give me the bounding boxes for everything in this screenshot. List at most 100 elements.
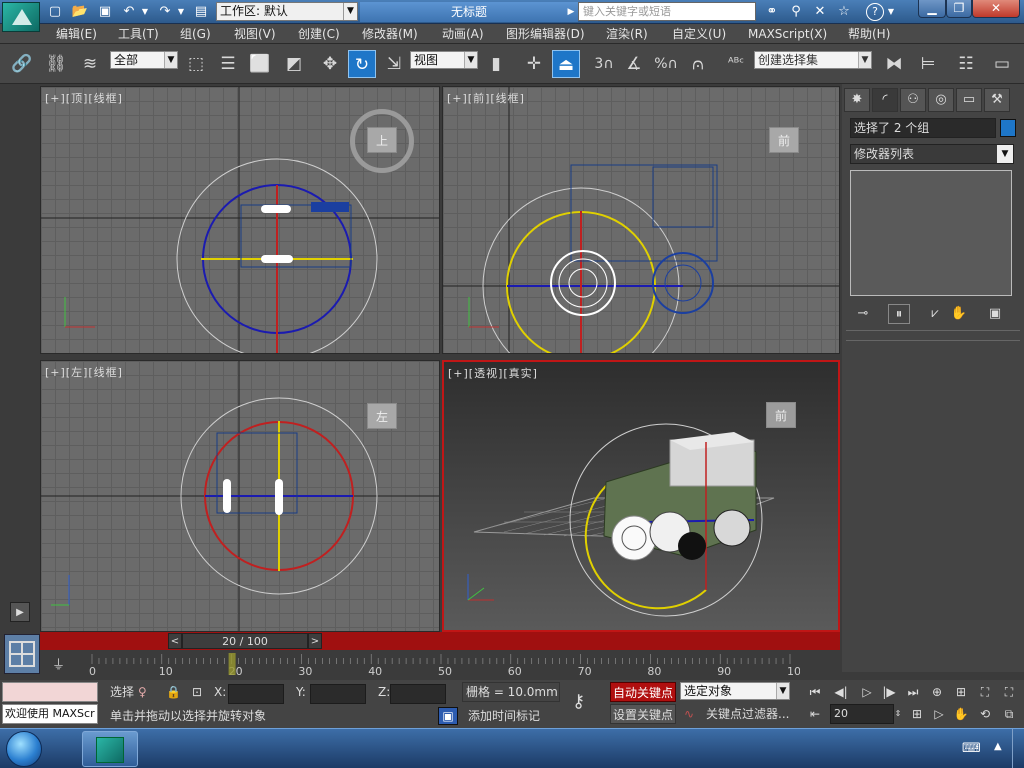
help-dropdown-icon[interactable]: ▼ bbox=[886, 3, 896, 21]
frame-spinner-icon[interactable]: ⇕ bbox=[892, 704, 904, 724]
maximize-viewport-icon[interactable]: ⧉ bbox=[998, 704, 1020, 724]
go-to-end-icon[interactable]: ⏭ bbox=[902, 682, 924, 702]
restore-button[interactable]: ❐ bbox=[946, 0, 972, 18]
favorites-star-icon[interactable]: ☆ bbox=[834, 3, 854, 21]
rectangle-selection-icon[interactable]: ⬜ bbox=[246, 50, 274, 78]
selection-filter-select[interactable]: 全部 ▼ bbox=[110, 51, 178, 69]
viewport-top-label[interactable]: [+][顶][线框] bbox=[45, 90, 123, 106]
viewcube-front[interactable]: 前 bbox=[769, 127, 799, 153]
hierarchy-tab-icon[interactable]: ⚇ bbox=[900, 88, 926, 112]
current-frame-field[interactable]: 20 bbox=[830, 704, 894, 724]
motion-tab-icon[interactable]: ◎ bbox=[928, 88, 954, 112]
zoom-all-icon[interactable]: ⊞ bbox=[950, 682, 972, 702]
zoom-icon[interactable]: ⊕ bbox=[926, 682, 948, 702]
info-center-arrow-icon[interactable]: ▶ bbox=[566, 3, 576, 21]
undo-icon[interactable]: ↶ bbox=[120, 3, 138, 21]
binoculars-icon[interactable]: ⚭ bbox=[762, 3, 782, 21]
tray-arrow-icon[interactable]: ▲ bbox=[994, 741, 1002, 752]
viewcube-left[interactable]: 左 bbox=[367, 403, 397, 429]
viewport-left[interactable]: [+][左][线框] 左 bbox=[40, 360, 440, 632]
keyboard-tray-icon[interactable]: ⌨ bbox=[962, 741, 981, 756]
maxscript-listener-output[interactable] bbox=[2, 682, 98, 702]
modifier-list-select[interactable]: 修改器列表 ▼ bbox=[850, 144, 1014, 164]
time-slider[interactable]: < 20 / 100 > bbox=[40, 632, 840, 650]
keyboard-shortcut-override-icon[interactable]: ⏏ bbox=[552, 50, 580, 78]
viewport-left-label[interactable]: [+][左][线框] bbox=[45, 364, 123, 380]
display-tab-icon[interactable]: ▭ bbox=[956, 88, 982, 112]
show-end-result-icon[interactable]: ⏸ bbox=[888, 304, 910, 324]
project-folder-icon[interactable]: ▤ bbox=[192, 3, 210, 21]
go-to-start-icon[interactable]: ⏮ bbox=[804, 682, 826, 702]
x-coordinate-field[interactable] bbox=[228, 684, 284, 704]
select-by-name-icon[interactable]: ☰ bbox=[214, 50, 242, 78]
track-bar[interactable]: ⏚ 0102030405060708090100 bbox=[40, 652, 800, 678]
align-icon[interactable]: ⊨ bbox=[914, 50, 942, 78]
mirror-icon[interactable]: ⧓ bbox=[880, 50, 908, 78]
auto-key-button[interactable]: 自动关键点 bbox=[610, 682, 676, 702]
window-crossing-icon[interactable]: ◩ bbox=[280, 50, 308, 78]
scale-icon[interactable]: ⇲ bbox=[380, 50, 408, 78]
redo-dropdown-icon[interactable]: ▼ bbox=[176, 3, 186, 21]
spinner-snap-icon[interactable]: ⩀ bbox=[684, 50, 712, 78]
play-icon[interactable]: ▷ bbox=[856, 682, 878, 702]
menu-modifiers[interactable]: 修改器(M) bbox=[362, 26, 418, 42]
time-slider-thumb[interactable]: 20 / 100 bbox=[182, 633, 308, 649]
undo-dropdown-icon[interactable]: ▼ bbox=[140, 3, 150, 21]
set-key-button[interactable]: 设置关键点 bbox=[610, 704, 676, 724]
edit-named-selection-icon[interactable]: ᴬᴮᶜ bbox=[722, 50, 750, 78]
menu-graph-editors[interactable]: 图形编辑器(D) bbox=[506, 26, 585, 42]
zoom-extents-icon[interactable]: ⛶ bbox=[974, 682, 996, 702]
key-mode-select[interactable]: 选定对象 ▼ bbox=[680, 682, 790, 700]
previous-frame-icon[interactable]: ◀| bbox=[830, 682, 852, 702]
taskbar-3dsmax-app[interactable] bbox=[82, 731, 138, 767]
menu-customize[interactable]: 自定义(U) bbox=[672, 26, 726, 42]
app-logo-button[interactable] bbox=[2, 2, 40, 32]
show-desktop-button[interactable] bbox=[1012, 729, 1024, 768]
y-coordinate-field[interactable] bbox=[310, 684, 366, 704]
workspace-select[interactable]: 工作区: 默认 ▼ bbox=[216, 2, 358, 21]
menu-views[interactable]: 视图(V) bbox=[234, 26, 276, 42]
expand-arrow-icon[interactable]: ▶ bbox=[10, 602, 30, 622]
current-frame-marker[interactable] bbox=[228, 653, 236, 675]
zoom-extents-all-icon[interactable]: ⛶ bbox=[998, 682, 1020, 702]
layer-manager-icon[interactable]: ☷ bbox=[952, 50, 980, 78]
viewport-front-label[interactable]: [+][前][线框] bbox=[447, 90, 525, 106]
redo-icon[interactable]: ↷ bbox=[156, 3, 174, 21]
menu-rendering[interactable]: 渲染(R) bbox=[606, 26, 648, 42]
utilities-tab-icon[interactable]: ⚒ bbox=[984, 88, 1010, 112]
move-icon[interactable]: ✥ bbox=[316, 50, 344, 78]
menu-tools[interactable]: 工具(T) bbox=[118, 26, 159, 42]
pivot-center-icon[interactable]: ▮ bbox=[482, 50, 510, 78]
open-file-icon[interactable]: 📂 bbox=[70, 3, 90, 21]
menu-maxscript[interactable]: MAXScript(X) bbox=[748, 26, 827, 42]
start-button[interactable] bbox=[6, 731, 42, 767]
remove-modifier-icon[interactable]: ✋ bbox=[948, 304, 970, 324]
make-unique-icon[interactable]: ⩗ bbox=[924, 304, 946, 324]
percent-snap-icon[interactable]: %∩ bbox=[652, 50, 680, 78]
modifier-stack-list[interactable] bbox=[850, 170, 1012, 296]
key-mode-toggle-icon[interactable]: ⇤ bbox=[804, 704, 826, 724]
add-time-tag-button[interactable]: 添加时间标记 bbox=[468, 706, 540, 726]
reference-coordinate-select[interactable]: 视图 ▼ bbox=[410, 51, 478, 69]
pin-stack-icon[interactable]: ⊸ bbox=[852, 304, 874, 324]
maxscript-input[interactable]: 欢迎使用 MAXScr bbox=[2, 704, 98, 724]
time-tag-icon[interactable]: ▣ bbox=[438, 707, 458, 725]
absolute-mode-icon[interactable]: ⊡ bbox=[192, 682, 202, 702]
time-configuration-icon[interactable]: ⊞ bbox=[906, 704, 928, 724]
pan-hand-icon[interactable]: ✋ bbox=[950, 704, 972, 724]
modify-tab-icon[interactable]: ◜ bbox=[872, 88, 898, 112]
close-button[interactable]: ✕ bbox=[972, 0, 1020, 18]
z-coordinate-field[interactable] bbox=[390, 684, 446, 704]
save-file-icon[interactable]: ▣ bbox=[96, 3, 114, 21]
help-icon[interactable]: ? bbox=[866, 3, 884, 21]
subscription-icon[interactable]: ⚲ bbox=[786, 3, 806, 21]
configure-modifier-sets-icon[interactable]: ▣ bbox=[984, 304, 1006, 324]
viewport-layout-tab[interactable] bbox=[4, 634, 40, 674]
communication-center-icon[interactable]: ✕ bbox=[810, 3, 830, 21]
link-icon[interactable]: 🔗 bbox=[8, 50, 36, 78]
viewport-top[interactable]: [+][顶][线框] 上 bbox=[40, 86, 440, 354]
unlink-icon[interactable]: ⛓ bbox=[42, 50, 70, 78]
orbit-icon[interactable]: ⟲ bbox=[974, 704, 996, 724]
object-color-swatch[interactable] bbox=[1000, 119, 1016, 137]
snap-3d-icon[interactable]: 3∩ bbox=[590, 50, 618, 78]
